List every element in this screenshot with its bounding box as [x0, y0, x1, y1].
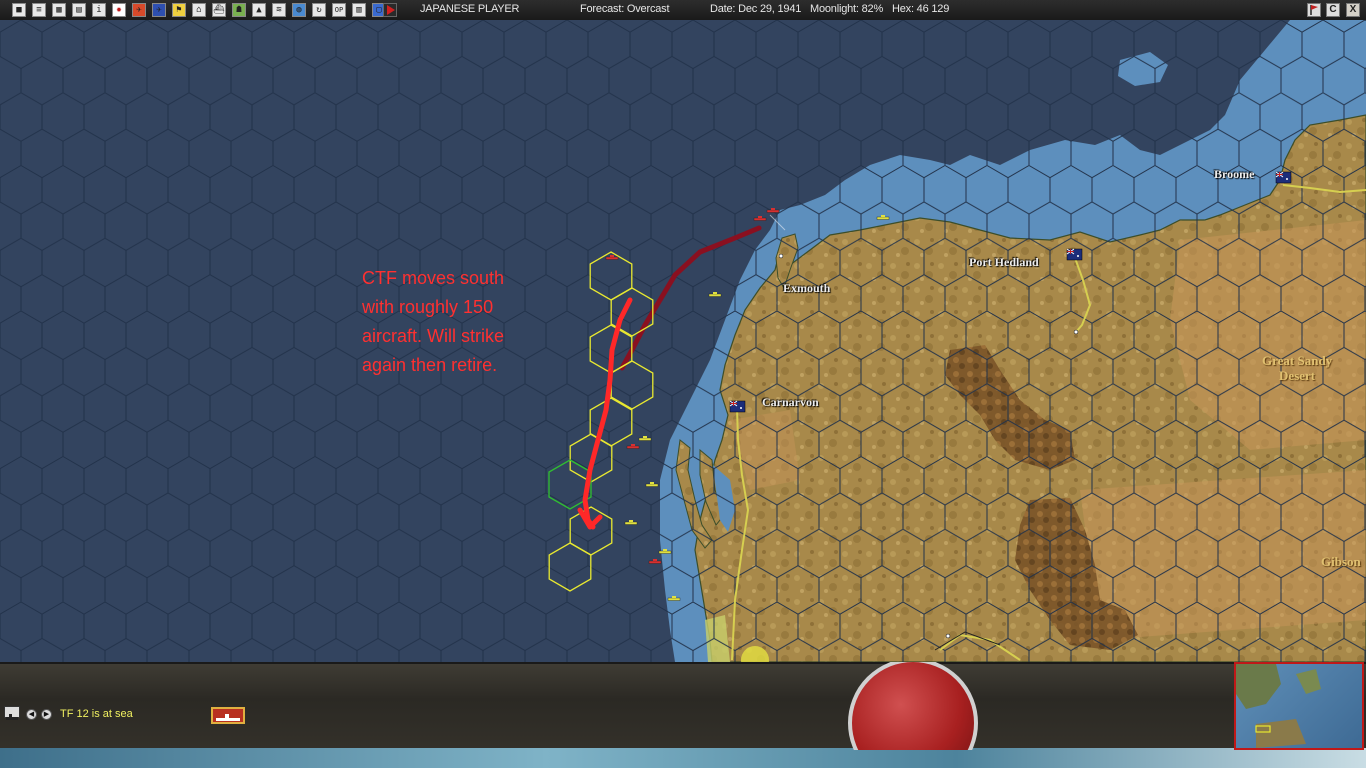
- strategic-map[interactable]: Broome Port Hedland Exmouth Carnarvon Gr…: [0, 20, 1366, 662]
- terrain-icon[interactable]: ▲: [252, 3, 266, 17]
- annotation-line: CTF moves south: [362, 268, 505, 288]
- air-group-icon[interactable]: ✈: [152, 3, 166, 17]
- base-dot-exmouth[interactable]: [778, 253, 784, 259]
- flag-icon[interactable]: [1307, 3, 1321, 17]
- weather-forecast: Forecast: Overcast: [580, 3, 670, 15]
- decorative-sea-strip: [0, 748, 1366, 768]
- player-annotation: CTF moves south with roughly 150 aircraf…: [362, 264, 562, 380]
- hex-coordinate: Hex: 46 129: [892, 3, 950, 15]
- flag-icon[interactable]: ⚑: [172, 3, 186, 17]
- globe-icon[interactable]: ◍: [292, 3, 306, 17]
- annotation-line: aircraft. Will strike: [362, 326, 505, 346]
- rising-sun-icon[interactable]: ✹: [112, 3, 126, 17]
- base-icon[interactable]: ⌂: [192, 3, 206, 17]
- base-dot-south[interactable]: [945, 633, 951, 639]
- base-dot-inland[interactable]: [1073, 329, 1079, 335]
- region-line: Great Sandy: [1262, 353, 1333, 368]
- task-force-icon[interactable]: [4, 706, 20, 720]
- region-line: Desert: [1279, 368, 1316, 383]
- australia-flag-port-hedland[interactable]: [1066, 248, 1083, 261]
- carrier-ship-icon[interactable]: [211, 707, 245, 724]
- moonlight-readout: Moonlight: 82%: [810, 3, 884, 15]
- cycle-icon[interactable]: ↻: [312, 3, 326, 17]
- ground-unit-icon[interactable]: ☗: [232, 3, 246, 17]
- annotation-line: again then retire.: [362, 355, 498, 375]
- scroll-icon[interactable]: ▤: [72, 3, 86, 17]
- top-toolbar: ■ ≡ ▦ ▤ i ✹ ✈ ✈ ⚑ ⌂ ⛴ ☗ ▲ ≋ ◍ ↻ OP ▥ ▢ JAPANESE PLAYER For…: [0, 0, 1366, 21]
- status-message: TF 12 is at sea: [60, 708, 133, 720]
- bottom-panel: ◀ ▶ TF 12 is at sea: [0, 662, 1366, 768]
- message-panel: [0, 662, 1366, 752]
- australia-flag-broome[interactable]: [1275, 171, 1292, 184]
- map-view-icon[interactable]: ■: [12, 3, 26, 17]
- ledger-icon[interactable]: ▦: [52, 3, 66, 17]
- city-label-port-hedland: Port Hedland: [969, 255, 1039, 269]
- player-side-label: JAPANESE PLAYER: [420, 3, 520, 15]
- ocean-hex-grid: [0, 20, 1366, 662]
- close-button[interactable]: X: [1346, 3, 1360, 17]
- list-icon[interactable]: ▥: [352, 3, 366, 17]
- prev-message-button[interactable]: ◀: [26, 709, 37, 720]
- next-message-button[interactable]: ▶: [41, 709, 52, 720]
- australia-flag-carnarvon[interactable]: [729, 400, 746, 413]
- reports-icon[interactable]: ≡: [32, 3, 46, 17]
- city-label-exmouth: Exmouth: [783, 281, 831, 295]
- operations-icon[interactable]: OP: [332, 3, 346, 17]
- annotation-line: with roughly 150: [362, 297, 494, 317]
- game-window: ■ ≡ ▦ ▤ i ✹ ✈ ✈ ⚑ ⌂ ⛴ ☗ ▲ ≋ ◍ ↻ OP ▥ ▢ JAPANESE PLAYER For…: [0, 0, 1366, 768]
- play-icon[interactable]: [383, 3, 397, 17]
- region-label-gibson: Gibson: [1321, 554, 1361, 569]
- c-button[interactable]: C: [1326, 3, 1340, 17]
- fleet-icon[interactable]: ≋: [272, 3, 286, 17]
- end-turn-dial[interactable]: [846, 662, 980, 750]
- info-icon[interactable]: i: [92, 3, 106, 17]
- region-label-great-sandy-desert: Great Sandy Desert: [1262, 353, 1332, 383]
- city-label-broome: Broome: [1214, 167, 1255, 181]
- game-date: Date: Dec 29, 1941: [710, 3, 802, 15]
- city-label-carnarvon: Carnarvon: [762, 395, 819, 409]
- air-unit-icon[interactable]: ✈: [132, 3, 146, 17]
- theater-minimap[interactable]: [1234, 662, 1364, 750]
- ship-icon[interactable]: ⛴: [212, 3, 226, 17]
